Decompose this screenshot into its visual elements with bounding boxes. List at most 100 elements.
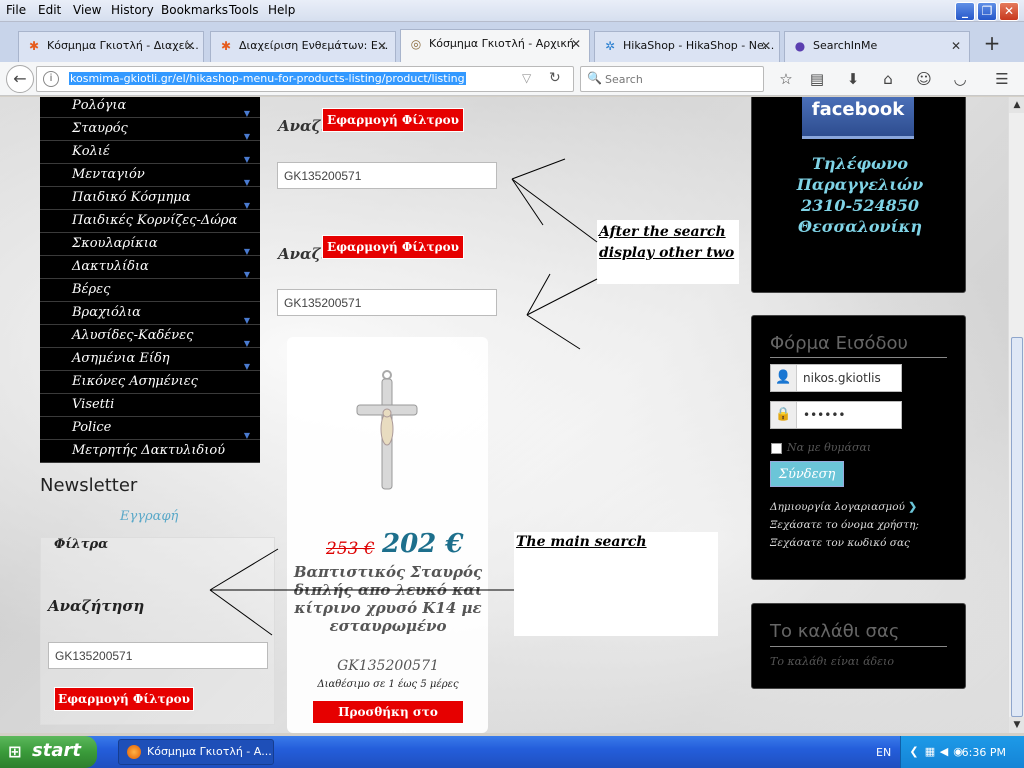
- login-button[interactable]: Σύνδεση: [770, 461, 844, 487]
- phone-line: Θεσσαλονίκη: [798, 217, 922, 236]
- old-price: 253 €: [326, 539, 375, 559]
- tab-3-active[interactable]: ◎ Κόσμημα Γκιοτλή - Αρχική ✕: [400, 29, 590, 62]
- apply-filter-button[interactable]: Εφαρμογή Φίλτρου: [322, 235, 464, 259]
- product-name[interactable]: Βαπτιστικός Σταυρός διπλής απο λευκό και…: [292, 563, 484, 635]
- search-input[interactable]: [277, 289, 497, 316]
- close-tab-icon[interactable]: ✕: [951, 32, 961, 60]
- search-input[interactable]: [277, 162, 497, 189]
- tab-4[interactable]: ✲ HikaShop - HikaShop - Ne... ✕: [594, 31, 780, 62]
- tab-1[interactable]: ✱ Κόσμημα Γκιοτλή - Διαχεί... ✕: [18, 31, 204, 62]
- dropdown-arrow-icon[interactable]: ▽: [522, 71, 531, 85]
- close-tab-icon[interactable]: ✕: [761, 32, 771, 60]
- category-item[interactable]: Σκουλαρίκια ▼: [40, 233, 260, 256]
- url-bar[interactable]: i kosmima-gkiotli.gr/el/hikashop-menu-fo…: [36, 66, 574, 92]
- category-item[interactable]: Μετρητής Δακτυλιδιού: [40, 440, 260, 463]
- close-tab-icon[interactable]: ✕: [571, 30, 581, 58]
- remember-checkbox[interactable]: [771, 443, 782, 454]
- category-label: Σκουλαρίκια: [72, 236, 158, 251]
- category-label: Visetti: [72, 397, 115, 412]
- cross-pendant-image[interactable]: [327, 367, 447, 497]
- category-label: Δακτυλίδια: [72, 259, 149, 274]
- vertical-scrollbar[interactable]: ▲ ▼: [1008, 97, 1024, 733]
- add-to-cart-button[interactable]: Προσθήκη στο καλάθι: [312, 700, 464, 733]
- category-item[interactable]: Βέρες: [40, 279, 260, 302]
- tab-5[interactable]: ● SearchInMe ✕: [784, 31, 970, 62]
- filters-title: Φίλτρα: [54, 537, 109, 552]
- start-button[interactable]: ⊞ start: [0, 736, 97, 768]
- tab-label: Κόσμημα Γκιοτλή - Διαχεί...: [47, 39, 199, 52]
- pocket-icon[interactable]: ◡: [949, 69, 971, 89]
- category-item[interactable]: Αλυσίδες-Καδένες ▼: [40, 325, 260, 348]
- new-tab-button[interactable]: +: [980, 32, 1004, 56]
- menu-edit[interactable]: Edit: [38, 3, 61, 17]
- password-value: ••••••: [803, 408, 846, 422]
- category-item[interactable]: Παιδικό Κόσμημα ▼: [40, 187, 260, 210]
- site-icon: ◎: [410, 37, 422, 51]
- category-item[interactable]: Βραχιόλια ▼: [40, 302, 260, 325]
- volume-icon[interactable]: ◀: [937, 745, 951, 759]
- menu-bookmarks[interactable]: Bookmarks: [161, 3, 228, 17]
- menu-view[interactable]: View: [73, 3, 101, 17]
- main-search-input[interactable]: [48, 642, 268, 669]
- phone-number: 2310-524850: [801, 196, 919, 215]
- close-tab-icon[interactable]: ✕: [185, 32, 195, 60]
- username-field[interactable]: 👤 nikos.gkiotlis: [770, 364, 902, 392]
- menu-help[interactable]: Help: [268, 3, 295, 17]
- category-item[interactable]: Visetti: [40, 394, 260, 417]
- menu-tools[interactable]: Tools: [229, 3, 259, 17]
- category-label: Police: [72, 420, 112, 435]
- category-item[interactable]: Μενταγιόν ▼: [40, 164, 260, 187]
- home-icon[interactable]: ⌂: [877, 69, 899, 89]
- category-item[interactable]: Ασημένια Είδη ▼: [40, 348, 260, 371]
- close-tab-icon[interactable]: ✕: [377, 32, 387, 60]
- minimize-button[interactable]: _: [955, 2, 975, 21]
- chat-icon[interactable]: ☺: [913, 69, 935, 89]
- tab-2[interactable]: ✱ Διαχείριση Ενθεμάτων: Ε... ✕: [210, 31, 396, 62]
- language-indicator[interactable]: EN: [876, 746, 891, 759]
- back-button[interactable]: ←: [6, 65, 34, 93]
- apply-filter-button[interactable]: Εφαρμογή Φίλτρου: [322, 108, 464, 132]
- newsletter-title: Newsletter: [40, 475, 138, 496]
- category-item[interactable]: Δακτυλίδια ▼: [40, 256, 260, 279]
- download-icon[interactable]: ⬇: [842, 69, 864, 89]
- network-icon[interactable]: ▦: [923, 745, 937, 759]
- scroll-up-arrow-icon[interactable]: ▲: [1009, 97, 1024, 113]
- menu-file[interactable]: File: [6, 3, 26, 17]
- url-text[interactable]: kosmima-gkiotli.gr/el/hikashop-menu-for-…: [69, 72, 466, 85]
- searchinme-icon: ●: [794, 39, 806, 53]
- taskbar-firefox-window[interactable]: Κόσμημα Γκιοτλή - Α...: [118, 739, 274, 765]
- category-label: Ρολόγια: [72, 98, 127, 113]
- restore-button[interactable]: ❐: [977, 2, 997, 21]
- category-label: Μετρητής Δακτυλιδιού: [72, 443, 226, 458]
- divider: [770, 357, 947, 358]
- clock: 6:36 PM: [961, 746, 1006, 759]
- reading-list-icon[interactable]: ▤: [806, 69, 828, 89]
- scroll-down-arrow-icon[interactable]: ▼: [1009, 717, 1024, 733]
- forgot-username-link[interactable]: Ξεχάσατε το όνομα χρήστη;: [770, 519, 919, 531]
- tab-label: HikaShop - HikaShop - Ne...: [623, 39, 775, 52]
- category-item[interactable]: Σταυρός ▼: [40, 118, 260, 141]
- firefox-icon: [127, 745, 141, 759]
- create-account-link[interactable]: Δημιουργία λογαριασμού ❯: [770, 501, 917, 513]
- facebook-banner[interactable]: facebook: [802, 97, 914, 139]
- main-apply-filter-button[interactable]: Εφαρμογή Φίλτρου: [54, 687, 194, 711]
- search-bar[interactable]: 🔍 Search: [580, 66, 764, 92]
- info-icon[interactable]: i: [43, 71, 59, 87]
- forgot-password-link[interactable]: Ξεχάσατε τον κωδικό σας: [770, 537, 910, 549]
- category-item[interactable]: Εικόνες Ασημένιες: [40, 371, 260, 394]
- menu-history[interactable]: History: [111, 3, 154, 17]
- category-item[interactable]: Παιδικές Κορνίζες-Δώρα: [40, 210, 260, 233]
- category-item[interactable]: Ρολόγια ▼: [40, 97, 260, 118]
- close-window-button[interactable]: ✕: [999, 2, 1019, 21]
- password-field[interactable]: 🔒 ••••••: [770, 401, 902, 429]
- category-item[interactable]: Police ▼: [40, 417, 260, 440]
- bookmark-star-icon[interactable]: ☆: [775, 69, 797, 89]
- subscribe-link[interactable]: Εγγραφή: [120, 509, 178, 524]
- scrollbar-thumb[interactable]: [1011, 337, 1023, 717]
- tray-expand-icon[interactable]: ❮: [907, 745, 921, 759]
- taskbar-window-label: Κόσμημα Γκιοτλή - Α...: [147, 745, 272, 758]
- category-item[interactable]: Κολιέ ▼: [40, 141, 260, 164]
- reload-icon[interactable]: ↻: [549, 70, 561, 86]
- hamburger-menu-icon[interactable]: ☰: [991, 69, 1013, 89]
- windows-logo-icon: ⊞: [8, 742, 22, 761]
